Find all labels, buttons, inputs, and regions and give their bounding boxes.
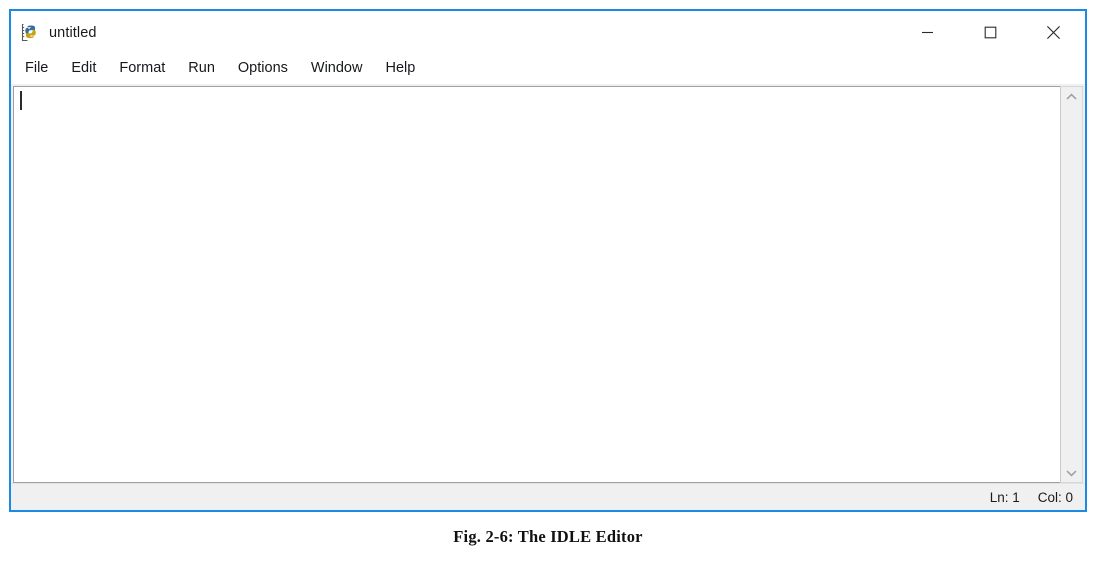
- menu-item-run[interactable]: Run: [188, 61, 215, 76]
- title-bar-left-group: untitled: [11, 23, 97, 42]
- status-line-number: Ln: 1: [989, 489, 1020, 505]
- text-caret: [20, 91, 22, 110]
- minimize-button[interactable]: [896, 11, 959, 54]
- chevron-down-icon[interactable]: [1061, 463, 1082, 482]
- editor-area: [11, 83, 1085, 483]
- menu-item-window[interactable]: Window: [311, 61, 363, 76]
- menu-bar: File Edit Format Run Options Window Help: [11, 54, 1085, 83]
- vertical-scrollbar[interactable]: [1060, 86, 1083, 483]
- title-bar: untitled: [11, 11, 1085, 54]
- menu-item-edit[interactable]: Edit: [71, 61, 96, 76]
- python-idle-icon: [21, 23, 40, 42]
- chevron-up-icon[interactable]: [1061, 87, 1082, 106]
- maximize-button[interactable]: [959, 11, 1022, 54]
- figure-caption: Fig. 2-6: The IDLE Editor: [453, 527, 643, 546]
- window-controls: [896, 11, 1085, 54]
- idle-editor-window: untitled File Edit Format Run Options Wi…: [9, 9, 1087, 512]
- menu-item-help[interactable]: Help: [385, 61, 415, 76]
- menu-item-format[interactable]: Format: [119, 61, 165, 76]
- close-button[interactable]: [1022, 11, 1085, 54]
- status-column-number: Col: 0: [1037, 489, 1073, 505]
- status-bar: Ln: 1 Col: 0: [11, 483, 1085, 510]
- menu-item-file[interactable]: File: [25, 61, 48, 76]
- code-text-area[interactable]: [13, 86, 1060, 483]
- menu-item-options[interactable]: Options: [238, 61, 288, 76]
- scrollbar-track[interactable]: [1061, 106, 1082, 463]
- window-title: untitled: [49, 24, 97, 41]
